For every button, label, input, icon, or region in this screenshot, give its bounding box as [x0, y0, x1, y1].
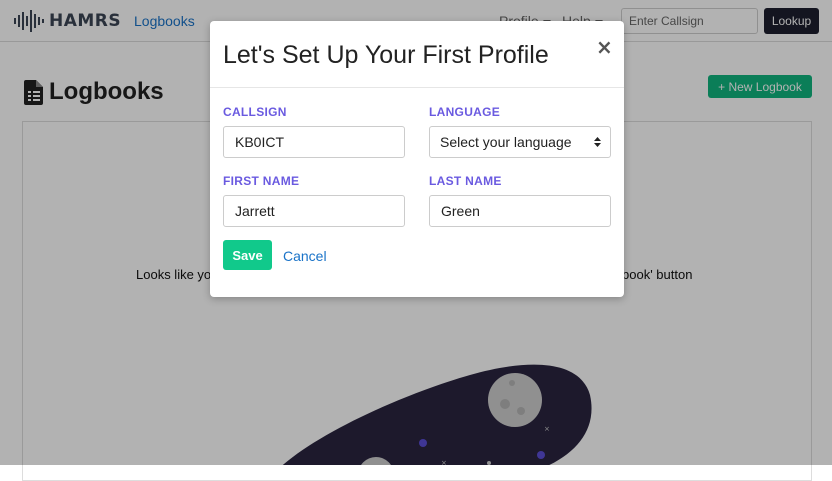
profile-setup-modal: Let's Set Up Your First Profile × CALLSI… — [210, 21, 624, 297]
last-name-input[interactable] — [429, 195, 611, 227]
close-icon[interactable]: × — [596, 37, 613, 57]
select-arrows-icon — [594, 137, 601, 147]
modal-header-divider — [210, 87, 624, 88]
language-select[interactable]: Select your language — [429, 126, 611, 158]
save-button[interactable]: Save — [223, 240, 272, 270]
language-select-value: Select your language — [440, 134, 572, 150]
first-name-label: FIRST NAME — [223, 174, 300, 188]
last-name-label: LAST NAME — [429, 174, 502, 188]
callsign-input[interactable] — [223, 126, 405, 158]
modal-title: Let's Set Up Your First Profile — [223, 41, 549, 69]
language-label: LANGUAGE — [429, 105, 501, 119]
first-name-input[interactable] — [223, 195, 405, 227]
callsign-label: CALLSIGN — [223, 105, 287, 119]
cancel-link[interactable]: Cancel — [283, 248, 327, 264]
